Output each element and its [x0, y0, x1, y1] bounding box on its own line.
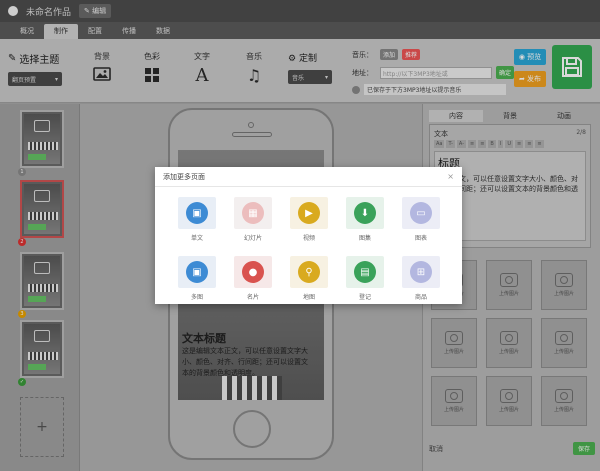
- page-type-icon: ⚲: [298, 261, 320, 283]
- page-type-label: 地图: [302, 294, 315, 301]
- page-type-label: 名片: [246, 294, 259, 301]
- tile-icon-box: ▣: [178, 197, 216, 229]
- add-page-dialog: 添加更多页面 × ▣ 单文 ▦ 幻灯片 ▶ 视频 ⬇ 图集 ▭ 图表 ▣ 多图 ● 名片 ⚲ 地图 ▤ 登记 ⊞ 商品: [155, 167, 462, 304]
- page-type-tile[interactable]: ⚲ 地图: [281, 256, 337, 301]
- page-type-tile[interactable]: ▣ 单文: [169, 197, 225, 242]
- page-type-label: 幻灯片: [243, 235, 262, 242]
- page-type-tile[interactable]: ● 名片: [225, 256, 281, 301]
- tile-icon-box: ⊞: [402, 256, 440, 288]
- page-type-tile[interactable]: ⬇ 图集: [337, 197, 393, 242]
- page-type-grid: ▣ 单文 ▦ 幻灯片 ▶ 视频 ⬇ 图集 ▭ 图表 ▣ 多图 ● 名片 ⚲ 地图 ▤ 登记 ⊞ 商品: [169, 197, 449, 301]
- tile-icon-box: ●: [234, 256, 272, 288]
- page-type-tile[interactable]: ▤ 登记: [337, 256, 393, 301]
- page-type-tile: ⊞ 商品: [393, 256, 449, 301]
- page-type-icon: ●: [242, 261, 264, 283]
- page-type-icon: ▦: [242, 202, 264, 224]
- tile-icon-box: ▣: [178, 256, 216, 288]
- tile-icon-box: ▶: [290, 197, 328, 229]
- page-type-label: 多图: [190, 294, 203, 301]
- page-type-icon: ⊞: [410, 261, 432, 283]
- page-type-label: 商品: [414, 294, 427, 301]
- page-type-label: 单文: [190, 235, 203, 242]
- tile-icon-box: ▤: [346, 256, 384, 288]
- tile-icon-box: ⚲: [290, 256, 328, 288]
- page-type-icon: ▣: [186, 202, 208, 224]
- page-type-icon: ▣: [186, 261, 208, 283]
- page-type-icon: ▤: [354, 261, 376, 283]
- dialog-title: 添加更多页面: [163, 172, 205, 181]
- page-type-label: 图集: [358, 235, 371, 242]
- page-type-label: 图表: [414, 235, 427, 242]
- tile-icon-box: ▦: [234, 197, 272, 229]
- page-type-label: 视频: [302, 235, 315, 242]
- page-type-icon: ▭: [410, 202, 432, 224]
- close-icon[interactable]: ×: [447, 172, 454, 181]
- page-type-icon: ⬇: [354, 202, 376, 224]
- page-type-tile: ▦ 幻灯片: [225, 197, 281, 242]
- tile-icon-box: ▭: [402, 197, 440, 229]
- page-type-icon: ▶: [298, 202, 320, 224]
- page-type-tile: ▭ 图表: [393, 197, 449, 242]
- tile-icon-box: ⬇: [346, 197, 384, 229]
- page-type-tile[interactable]: ▣ 多图: [169, 256, 225, 301]
- page-type-tile[interactable]: ▶ 视频: [281, 197, 337, 242]
- dialog-header: 添加更多页面 ×: [155, 167, 462, 187]
- page-type-label: 登记: [358, 294, 371, 301]
